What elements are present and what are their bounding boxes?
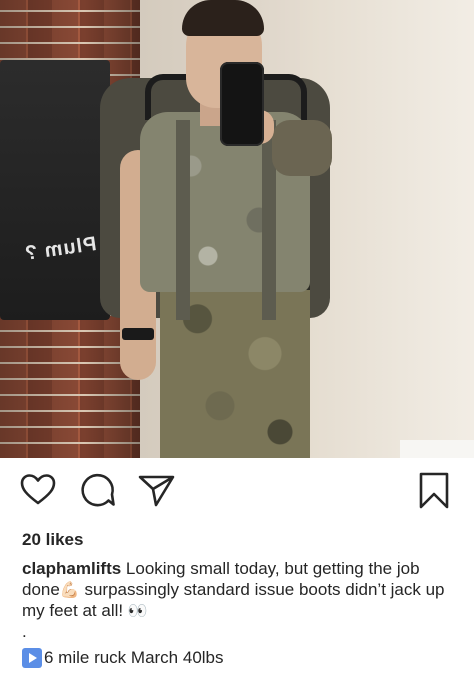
hair bbox=[182, 0, 264, 36]
smartphone bbox=[220, 62, 264, 146]
likes-count[interactable]: 20 likes bbox=[22, 530, 83, 550]
caption-second-line: 6 mile ruck March 40lbs bbox=[22, 647, 224, 669]
eyes-emoji: 👀 bbox=[127, 601, 148, 620]
caption-dot: . bbox=[22, 622, 27, 641]
instagram-post: Plum ? 20 likes claphamlifts Looking sma… bbox=[0, 0, 474, 679]
sink-counter bbox=[400, 440, 474, 458]
vest-strap-left bbox=[176, 120, 190, 320]
flexed-biceps-emoji: 💪🏻 bbox=[59, 580, 80, 599]
like-button[interactable] bbox=[18, 470, 58, 510]
caption: claphamlifts Looking small today, but ge… bbox=[22, 558, 452, 621]
paper-plane-icon bbox=[138, 475, 175, 507]
caption-username[interactable]: claphamlifts bbox=[22, 559, 121, 578]
wrist-watch bbox=[122, 328, 154, 340]
bookmark-icon bbox=[419, 472, 449, 509]
post-photo[interactable]: Plum ? bbox=[0, 0, 474, 458]
save-button[interactable] bbox=[414, 470, 454, 510]
comment-button[interactable] bbox=[78, 470, 118, 510]
speech-bubble-icon bbox=[81, 473, 115, 507]
action-bar bbox=[0, 470, 474, 516]
shirt-sleeve bbox=[272, 120, 332, 176]
heart-outline-icon bbox=[20, 474, 56, 505]
caption-ruck-text: 6 mile ruck March 40lbs bbox=[44, 648, 224, 667]
towel bbox=[0, 60, 110, 320]
play-button-icon bbox=[22, 648, 42, 668]
share-button[interactable] bbox=[136, 470, 176, 510]
caption-text-part2: surpassingly standard issue boots didn’t… bbox=[22, 580, 445, 620]
